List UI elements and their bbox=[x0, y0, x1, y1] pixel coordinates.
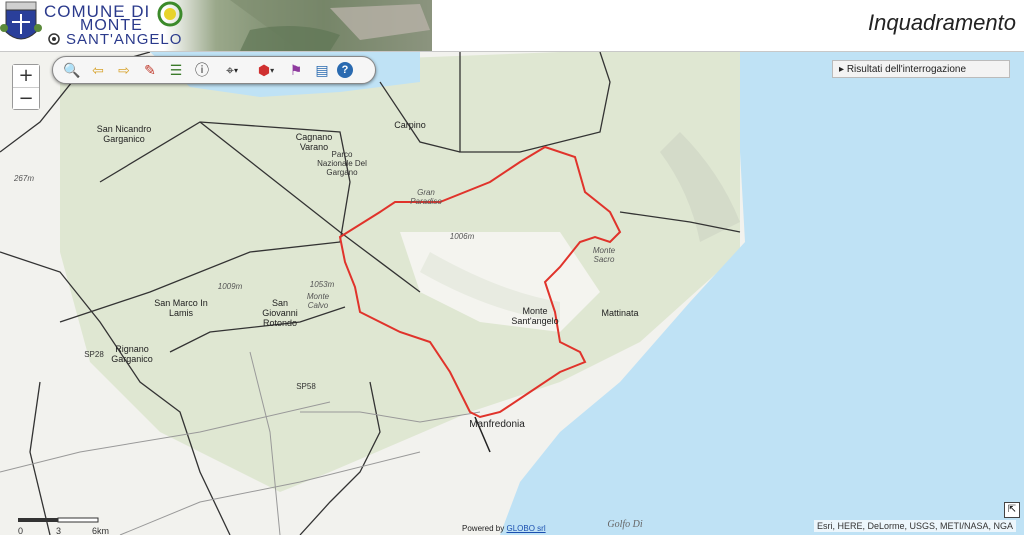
powered-by: Powered by GLOBO srl bbox=[462, 524, 546, 533]
label-sp58: SP58 bbox=[296, 382, 316, 391]
layers-glyph: ⬢ bbox=[257, 61, 271, 78]
label-golfo: Golfo Di bbox=[607, 519, 643, 530]
municipality-banner: COMUNE DI MONTE SANT'ANGELO bbox=[0, 0, 432, 51]
label-monte-sacro: Monte Sacro bbox=[592, 246, 616, 264]
label-mattinata: Mattinata bbox=[601, 308, 639, 318]
map-view[interactable]: San Nicandro Garganico Cagnano Varano Ca… bbox=[0, 52, 1024, 535]
scale-label-6: 6km bbox=[92, 526, 110, 535]
binoculars-icon[interactable]: ⌖ ▾ bbox=[217, 59, 247, 81]
zoom-in-button[interactable]: + bbox=[13, 65, 39, 87]
results-panel-toggle[interactable]: ▸ Risultati dell'interrogazione bbox=[832, 60, 1010, 78]
chevron-down-icon: ▾ bbox=[233, 65, 238, 75]
label-rignano: Rignano Garganico bbox=[111, 344, 153, 364]
eraser-icon[interactable]: ✎ bbox=[139, 59, 161, 81]
page-title: Inquadramento bbox=[868, 10, 1016, 35]
legend-icon[interactable]: ☰ bbox=[165, 59, 187, 81]
logo-line-3: SANT'ANGELO bbox=[66, 31, 183, 48]
scale-label-3: 3 bbox=[56, 526, 62, 535]
scale-label-0: 0 bbox=[18, 526, 24, 535]
powered-by-prefix: Powered by bbox=[462, 524, 505, 533]
label-san-marco: San Marco In Lamis bbox=[154, 298, 208, 318]
label-elev-1053: 1053m bbox=[309, 280, 335, 289]
map-attribution: Esri, HERE, DeLorme, USGS, METI/NASA, NG… bbox=[813, 520, 1016, 532]
help-icon[interactable]: ? bbox=[337, 62, 353, 78]
chevron-down-icon: ▾ bbox=[270, 65, 275, 75]
powered-by-link[interactable]: GLOBO srl bbox=[506, 524, 545, 533]
label-san-giovanni: San Giovanni Rotondo bbox=[262, 298, 298, 328]
binoculars-glyph: ⌖ bbox=[226, 61, 234, 78]
back-arrow-icon[interactable]: ⇦ bbox=[87, 59, 109, 81]
label-parco: Parco Nazionale Del Gargano bbox=[317, 150, 367, 177]
info-icon[interactable]: ⓘ bbox=[191, 59, 213, 81]
label-sp28: SP28 bbox=[84, 350, 104, 359]
label-san-nicandro: San Nicandro Garganico bbox=[96, 124, 152, 144]
forward-arrow-icon[interactable]: ⇨ bbox=[113, 59, 135, 81]
header: COMUNE DI MONTE SANT'ANGELO Inquadrament… bbox=[0, 0, 1024, 52]
zoom-out-button[interactable]: − bbox=[13, 87, 39, 109]
label-carpino: Carpino bbox=[394, 120, 426, 130]
triangle-right-icon: ▸ bbox=[839, 64, 847, 75]
label-gran-paradiso: Gran Paradiso bbox=[410, 188, 442, 206]
layers-icon[interactable]: ⬢ ▾ bbox=[251, 59, 281, 81]
results-panel-label: Risultati dell'interrogazione bbox=[846, 64, 967, 75]
scale-bar: 0 3 6km bbox=[18, 516, 110, 535]
expand-overview-icon[interactable]: ⇱ bbox=[1004, 502, 1020, 518]
basemap-icon[interactable]: ▤ bbox=[311, 59, 333, 81]
label-monte-santangelo: Monte Sant'angelo bbox=[511, 306, 559, 326]
label-cagnano: Cagnano Varano bbox=[295, 132, 333, 152]
zoom-control: + − bbox=[12, 64, 40, 110]
label-manfredonia: Manfredonia bbox=[469, 419, 525, 430]
measure-icon[interactable]: ⚑ bbox=[285, 59, 307, 81]
scale-bar-graphic bbox=[18, 517, 99, 523]
map-toolbar: 🔍 ⇦ ⇨ ✎ ☰ ⓘ ⌖ ▾ ⬢ ▾ ⚑ ▤ ? bbox=[52, 56, 376, 84]
label-elev-1006: 1006m bbox=[449, 232, 475, 241]
label-elev-267: 267m bbox=[13, 174, 34, 183]
zoom-extent-icon[interactable]: 🔍 bbox=[61, 59, 83, 81]
label-elev-1009: 1009m bbox=[217, 282, 243, 291]
